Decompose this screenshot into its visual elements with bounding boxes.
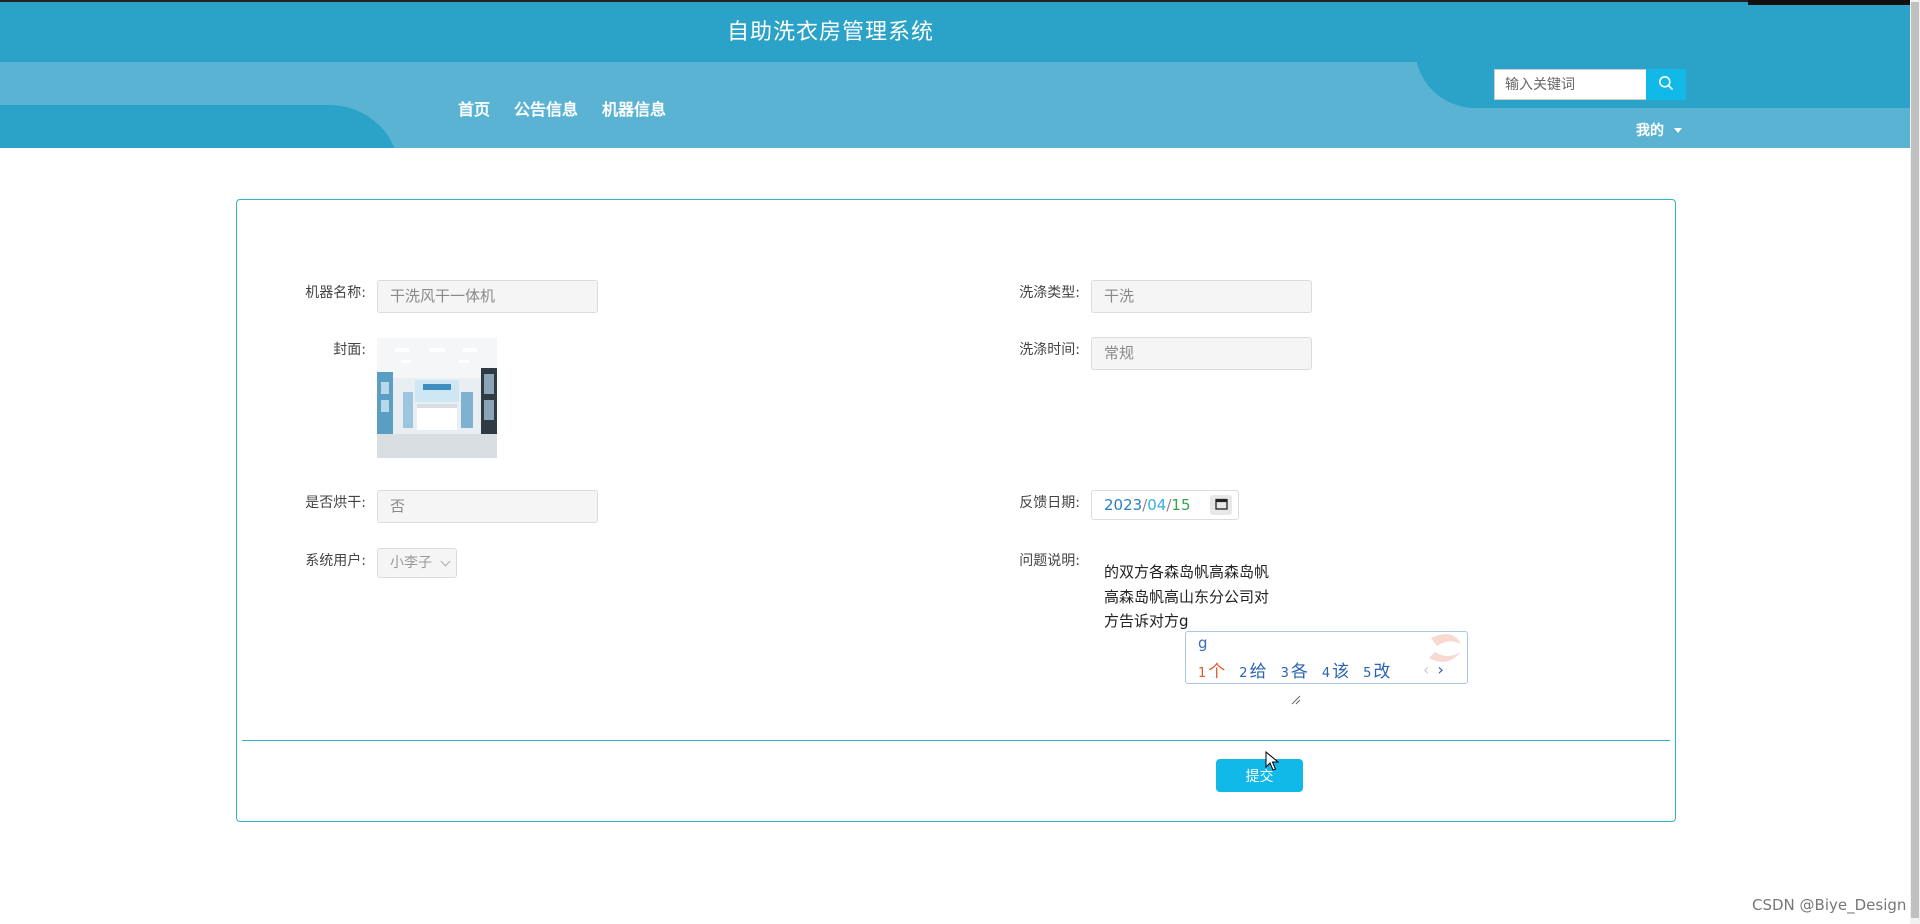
ime-candidate-number: 5	[1363, 666, 1372, 681]
main-nav: 首页 公告信息 机器信息	[458, 96, 666, 120]
search-bar	[1494, 69, 1686, 100]
chevron-down-icon	[440, 556, 451, 567]
user-menu-label: 我的	[1636, 123, 1664, 139]
system-user-value: 小李子	[390, 555, 432, 571]
date-day: 15	[1171, 496, 1191, 514]
ime-candidate[interactable]: 3各	[1281, 657, 1308, 682]
ime-prev-page-icon[interactable]: ‹	[1423, 660, 1429, 679]
ime-next-page-icon[interactable]: ›	[1437, 660, 1443, 679]
nav-item-machines[interactable]: 机器信息	[602, 96, 666, 120]
problem-label: 问题说明:	[1019, 553, 1080, 569]
search-input[interactable]	[1494, 69, 1646, 100]
problem-text-line: 高森岛帆高山东分公司对	[1104, 587, 1270, 606]
ime-candidate-text: 该	[1332, 662, 1350, 682]
user-menu[interactable]: 我的	[1636, 120, 1682, 140]
header-decoration-left	[0, 105, 400, 148]
search-icon	[1658, 75, 1674, 94]
ime-candidate[interactable]: 1个	[1198, 657, 1225, 682]
cover-image	[377, 338, 497, 458]
nav-item-announcements[interactable]: 公告信息	[514, 96, 578, 120]
problem-text-line: 方告诉对方g	[1104, 612, 1189, 630]
system-user-select[interactable]: 小李子	[377, 548, 457, 578]
resize-handle-icon[interactable]	[1291, 695, 1301, 705]
nav-item-home[interactable]: 首页	[458, 96, 490, 120]
calendar-button[interactable]	[1210, 495, 1232, 515]
machine-name-label: 机器名称:	[305, 285, 366, 301]
top-border-line	[0, 0, 1748, 2]
ime-candidate-window: g 1个 2给 3各 4该 5改 ‹ ›	[1185, 631, 1468, 684]
ime-composition: g	[1198, 634, 1208, 652]
problem-textarea[interactable]: 的双方各森岛帆高森岛帆 高森岛帆高山东分公司对 方告诉对方g	[1104, 560, 1284, 634]
date-month: 04	[1147, 496, 1167, 514]
dry-field[interactable]: 否	[377, 490, 598, 523]
machine-name-field[interactable]: 干洗风干一体机	[377, 280, 598, 313]
ime-candidate[interactable]: 4该	[1322, 657, 1349, 682]
ime-page-arrows: ‹ ›	[1423, 660, 1444, 679]
mouse-cursor-icon	[1265, 751, 1279, 771]
date-year: 2023	[1104, 496, 1143, 514]
calendar-icon	[1214, 491, 1228, 519]
ime-candidates: 1个 2给 3各 4该 5改	[1198, 657, 1390, 682]
ime-candidate-text: 各	[1290, 662, 1308, 682]
ime-candidate-number: 4	[1321, 666, 1331, 681]
cover-label: 封面:	[333, 342, 366, 358]
site-title: 自助洗衣房管理系统	[727, 20, 935, 45]
watermark: CSDN @Biye_Design	[1752, 896, 1907, 914]
system-user-label: 系统用户:	[305, 553, 366, 569]
ime-candidate-number: 3	[1280, 666, 1289, 681]
wash-time-label: 洗涤时间:	[1019, 342, 1080, 358]
ime-candidate[interactable]: 5改	[1363, 657, 1390, 682]
ime-candidate-text: 改	[1373, 662, 1391, 682]
ime-candidate-number: 2	[1239, 666, 1248, 681]
form-divider	[242, 740, 1670, 741]
feedback-date-label: 反馈日期:	[1019, 495, 1080, 511]
search-button[interactable]	[1646, 69, 1686, 100]
wash-type-label: 洗涤类型:	[1019, 285, 1080, 301]
submit-button[interactable]: 提交	[1216, 759, 1303, 792]
ime-candidate-text: 个	[1208, 662, 1226, 682]
ime-candidate-number: 1	[1198, 666, 1207, 681]
problem-text-line: 的双方各森岛帆高森岛帆	[1104, 563, 1270, 581]
ime-candidate-text: 给	[1249, 662, 1267, 682]
scrollbar-thumb[interactable]	[1911, 2, 1919, 918]
wash-type-field[interactable]: 干洗	[1091, 280, 1312, 313]
caret-down-icon	[1674, 127, 1682, 133]
feedback-date-input[interactable]: 2023/04/15	[1091, 490, 1239, 520]
site-header: 自助洗衣房管理系统 首页 公告信息 机器信息 我的	[0, 0, 1920, 148]
dry-label: 是否烘干:	[305, 495, 366, 511]
top-border-line-right	[1748, 0, 1920, 5]
wash-time-field[interactable]: 常规	[1091, 337, 1312, 370]
ime-candidate[interactable]: 2给	[1239, 657, 1266, 682]
